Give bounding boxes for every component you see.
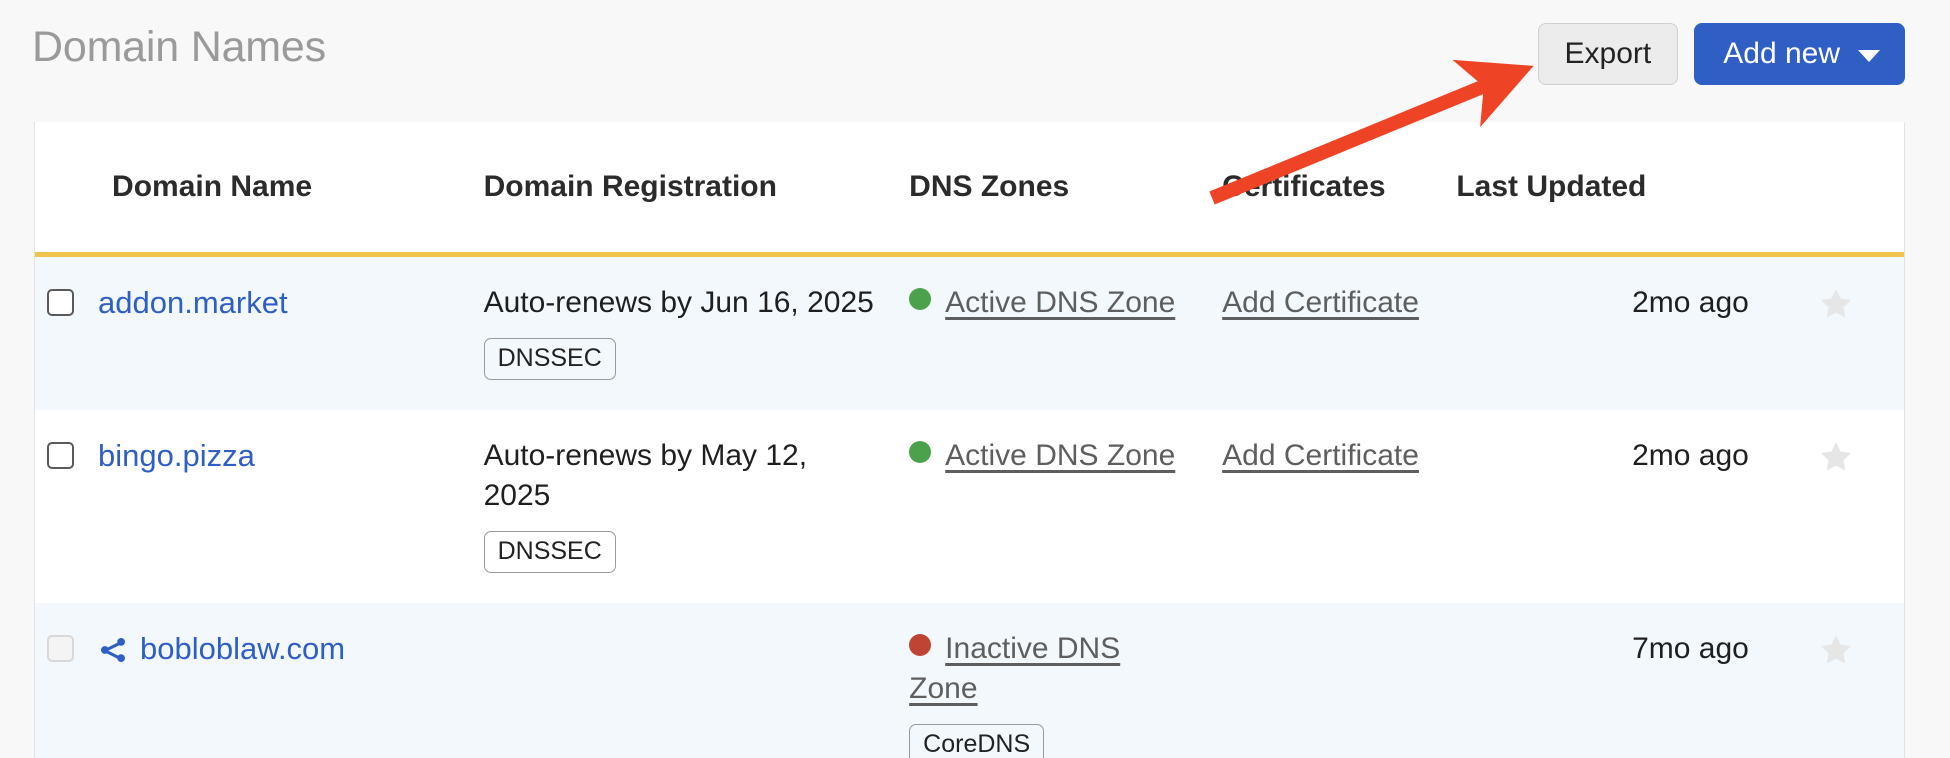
domain-name-link[interactable]: addon.market (98, 283, 288, 324)
dns-zone-cell: Active DNS Zone (895, 410, 1208, 603)
domain-registration-cell: Auto-renews by May 12, 2025 DNSSEC (470, 410, 896, 603)
domain-name-link[interactable]: bobloblaw.com (140, 629, 345, 670)
registration-text: Auto-renews by May 12, 2025 (484, 439, 807, 512)
page-header: Domain Names Export Add new (0, 0, 1950, 122)
dns-zone-cell: Active DNS Zone (895, 254, 1208, 410)
row-select-checkbox[interactable] (47, 442, 74, 469)
column-header-certificates[interactable]: Certificates (1208, 122, 1442, 254)
table-header: Domain Name Domain Registration DNS Zone… (35, 122, 1904, 254)
dns-status-dot (909, 634, 931, 656)
column-header-checkbox (35, 122, 98, 254)
registration-text: Auto-renews by Jun 16, 2025 (484, 286, 874, 319)
domain-name-cell: addon.market (98, 254, 470, 410)
column-header-favorite (1769, 122, 1904, 254)
export-button[interactable]: Export (1538, 23, 1679, 85)
domains-table-container: Domain Name Domain Registration DNS Zone… (34, 122, 1905, 758)
share-icon (98, 635, 128, 665)
last-updated-cell: 2mo ago (1442, 254, 1769, 410)
add-certificate-link[interactable]: Add Certificate (1222, 439, 1419, 472)
favorite-cell (1769, 603, 1904, 758)
header-actions: Export Add new (1538, 23, 1905, 85)
dnssec-badge: DNSSEC (484, 338, 616, 380)
certificates-cell: Add Certificate (1208, 254, 1442, 410)
dns-zone-link[interactable]: Inactive DNS Zone (909, 632, 1120, 705)
domain-name-cell: bingo.pizza (98, 410, 470, 603)
table-row: bingo.pizza Auto-renews by May 12, 2025 … (35, 410, 1904, 603)
row-checkbox-cell (35, 254, 98, 410)
column-header-dns-zones[interactable]: DNS Zones (895, 122, 1208, 254)
star-icon[interactable] (1817, 438, 1855, 476)
dns-zone-link[interactable]: Active DNS Zone (945, 286, 1175, 319)
last-updated-cell: 7mo ago (1442, 603, 1769, 758)
column-header-last-updated[interactable]: Last Updated (1442, 122, 1769, 254)
row-select-checkbox[interactable] (47, 635, 74, 662)
last-updated-cell: 2mo ago (1442, 410, 1769, 603)
column-header-domain-registration[interactable]: Domain Registration (470, 122, 896, 254)
row-checkbox-cell (35, 603, 98, 758)
dnssec-badge: DNSSEC (484, 531, 616, 573)
add-certificate-link[interactable]: Add Certificate (1222, 286, 1419, 319)
favorite-cell (1769, 410, 1904, 603)
table-header-row: Domain Name Domain Registration DNS Zone… (35, 122, 1904, 254)
table-row: addon.market Auto-renews by Jun 16, 2025… (35, 254, 1904, 410)
favorite-cell (1769, 254, 1904, 410)
row-select-checkbox[interactable] (47, 289, 74, 316)
column-header-domain-name[interactable]: Domain Name (98, 122, 470, 254)
certificates-cell: Add Certificate (1208, 410, 1442, 603)
add-new-button[interactable]: Add new (1694, 23, 1905, 85)
domain-name-cell: bobloblaw.com (98, 603, 470, 758)
domain-name-link[interactable]: bingo.pizza (98, 436, 255, 477)
table-body: addon.market Auto-renews by Jun 16, 2025… (35, 254, 1904, 758)
domains-table: Domain Name Domain Registration DNS Zone… (35, 122, 1904, 758)
chevron-down-icon (1858, 50, 1880, 62)
page-title: Domain Names (32, 24, 326, 71)
export-button-label: Export (1565, 39, 1652, 69)
domain-registration-cell: Auto-renews by Jun 16, 2025 DNSSEC (470, 254, 896, 410)
domain-registration-cell (470, 603, 896, 758)
domain-names-page: Domain Names Export Add new Domain Name … (0, 0, 1950, 758)
coredns-badge: CoreDNS (909, 724, 1044, 758)
certificates-cell (1208, 603, 1442, 758)
star-icon[interactable] (1817, 285, 1855, 323)
dns-status-dot (909, 441, 931, 463)
dns-status-dot (909, 288, 931, 310)
star-icon[interactable] (1817, 631, 1855, 669)
dns-zone-cell: Inactive DNS Zone CoreDNS (895, 603, 1208, 758)
row-checkbox-cell (35, 410, 98, 603)
table-row: bobloblaw.com Inactive DNS Zone CoreDNS (35, 603, 1904, 758)
add-new-button-label: Add new (1723, 39, 1840, 69)
dns-zone-link[interactable]: Active DNS Zone (945, 439, 1175, 472)
